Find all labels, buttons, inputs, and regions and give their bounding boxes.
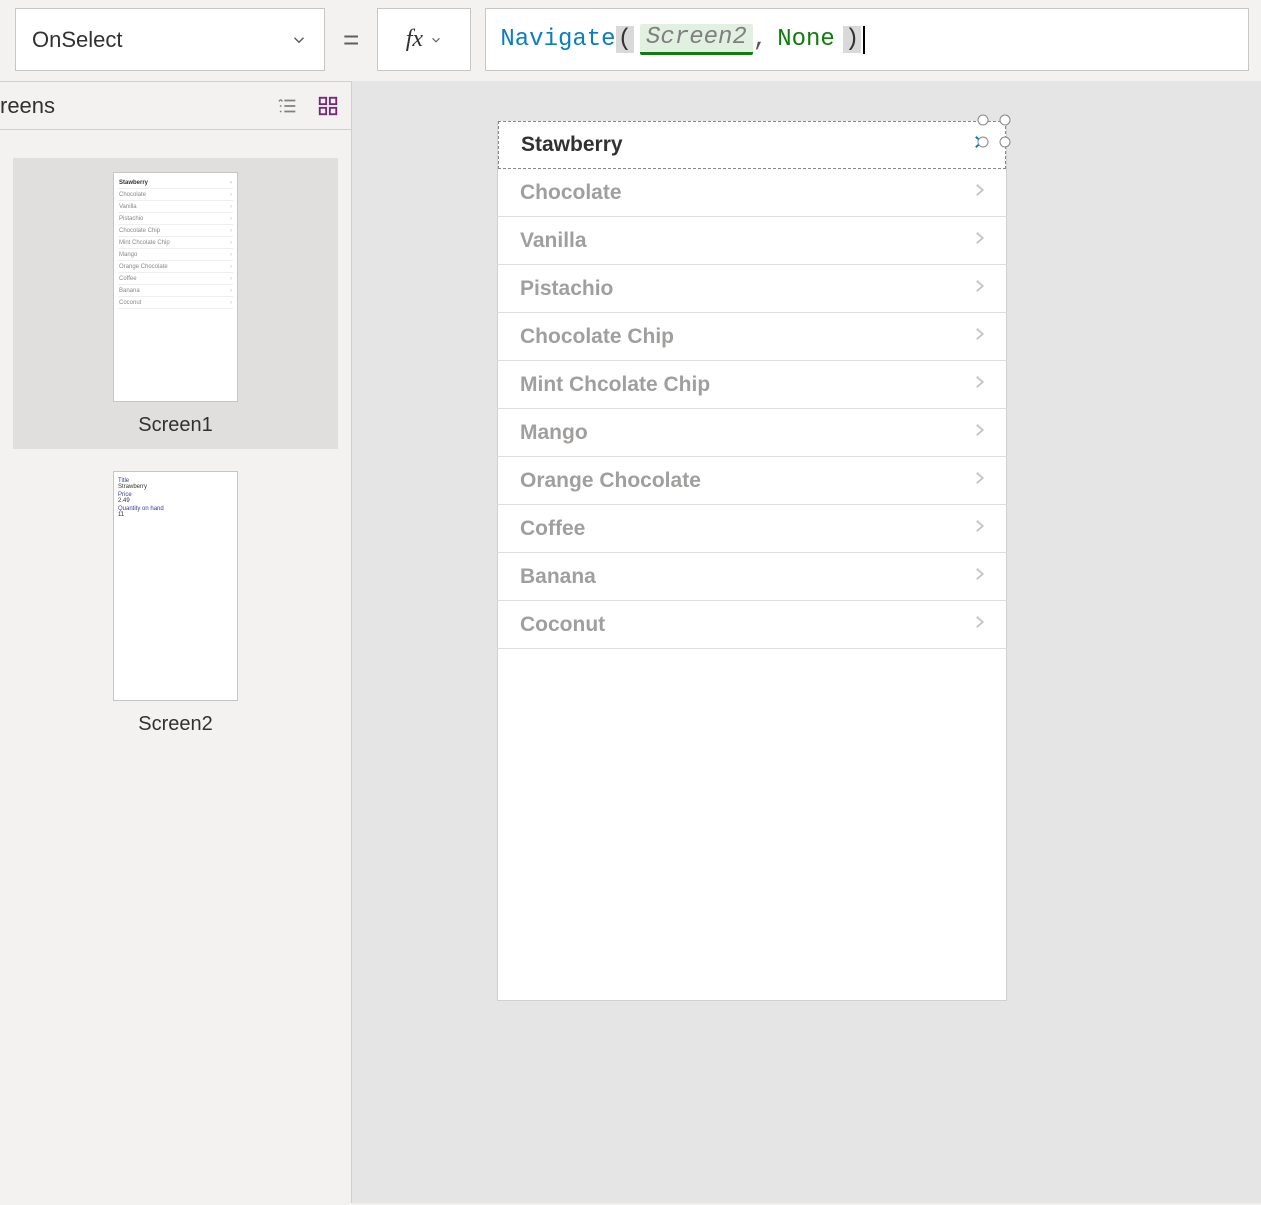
gallery-item-title: Vanilla: [520, 229, 587, 253]
gallery-item[interactable]: Chocolate: [498, 169, 1006, 217]
gallery-item[interactable]: Mint Chcolate Chip: [498, 361, 1006, 409]
thumbnail-label: Screen1: [138, 414, 213, 437]
gallery-item-title: Mango: [520, 421, 588, 445]
gallery-item[interactable]: Pistachio: [498, 265, 1006, 313]
thumbnail-preview: Stawberry›Chocolate›Vanilla›Pistachio›Ch…: [113, 172, 238, 402]
chevron-down-icon: [290, 31, 308, 49]
thumbnail-screen1[interactable]: Stawberry›Chocolate›Vanilla›Pistachio›Ch…: [13, 158, 338, 449]
chevron-down-icon: [429, 33, 443, 47]
fx-button[interactable]: fx: [377, 8, 471, 71]
gallery-item[interactable]: Coconut: [498, 601, 1006, 649]
chevron-right-icon[interactable]: [970, 179, 988, 207]
device-canvas[interactable]: Stawberry Chocolate Vanilla Pistachio Chocol…: [497, 121, 1007, 1001]
grid-view-icon[interactable]: [317, 95, 339, 117]
gallery-item[interactable]: Mango: [498, 409, 1006, 457]
gallery-item-title: Banana: [520, 565, 596, 589]
gallery-item[interactable]: Stawberry: [498, 121, 1006, 169]
chevron-right-icon[interactable]: [970, 515, 988, 543]
formula-arg-transition: None: [777, 26, 835, 53]
chevron-right-icon[interactable]: [970, 323, 988, 351]
gallery-item[interactable]: Coffee: [498, 505, 1006, 553]
chevron-right-icon[interactable]: [970, 467, 988, 495]
gallery-item-title: Pistachio: [520, 277, 613, 301]
comma: ,: [753, 26, 767, 53]
gallery-item-title: Orange Chocolate: [520, 469, 701, 493]
gallery-item-title: Stawberry: [521, 133, 623, 157]
chevron-right-icon[interactable]: [969, 131, 987, 159]
gallery-item[interactable]: Chocolate Chip: [498, 313, 1006, 361]
list-view-icon[interactable]: [277, 95, 299, 117]
gallery-item-title: Mint Chcolate Chip: [520, 373, 710, 397]
thumbnail-label: Screen2: [138, 713, 213, 736]
chevron-right-icon[interactable]: [970, 227, 988, 255]
gallery-item-title: Coconut: [520, 613, 605, 637]
fx-label: fx: [406, 26, 423, 53]
formula-bar: OnSelect = fx Navigate ( Screen2 , None …: [0, 0, 1261, 81]
gallery[interactable]: Stawberry Chocolate Vanilla Pistachio Chocol…: [498, 121, 1006, 649]
thumbnail-area: Stawberry›Chocolate›Vanilla›Pistachio›Ch…: [0, 130, 351, 736]
chevron-right-icon[interactable]: [970, 611, 988, 639]
paren-open: (: [616, 26, 634, 53]
chevron-right-icon[interactable]: [970, 563, 988, 591]
formula-arg-screen: Screen2: [640, 24, 753, 55]
canvas-area: Stawberry Chocolate Vanilla Pistachio Chocol…: [352, 81, 1261, 1203]
screens-header: reens: [0, 82, 351, 130]
thumbnail-screen2[interactable]: TitleStrawberryPrice2.49Quantity on hand…: [13, 471, 338, 736]
property-value: OnSelect: [32, 27, 123, 53]
gallery-item-title: Chocolate: [520, 181, 622, 205]
paren-close: ): [843, 26, 861, 53]
gallery-item[interactable]: Vanilla: [498, 217, 1006, 265]
gallery-item[interactable]: Orange Chocolate: [498, 457, 1006, 505]
thumbnail-preview: TitleStrawberryPrice2.49Quantity on hand…: [113, 471, 238, 701]
chevron-right-icon[interactable]: [970, 371, 988, 399]
formula-function: Navigate: [500, 26, 615, 53]
property-dropdown[interactable]: OnSelect: [15, 8, 325, 71]
gallery-item-title: Coffee: [520, 517, 585, 541]
text-cursor: [863, 26, 865, 54]
screens-title: reens: [0, 93, 55, 119]
chevron-right-icon[interactable]: [970, 419, 988, 447]
gallery-item-title: Chocolate Chip: [520, 325, 674, 349]
equals-label: =: [339, 24, 363, 56]
gallery-item[interactable]: Banana: [498, 553, 1006, 601]
screens-panel: reens Stawberry›Chocolate›Vanilla›Pistac…: [0, 81, 352, 1203]
chevron-right-icon[interactable]: [970, 275, 988, 303]
formula-input[interactable]: Navigate ( Screen2 , None ): [485, 8, 1249, 71]
